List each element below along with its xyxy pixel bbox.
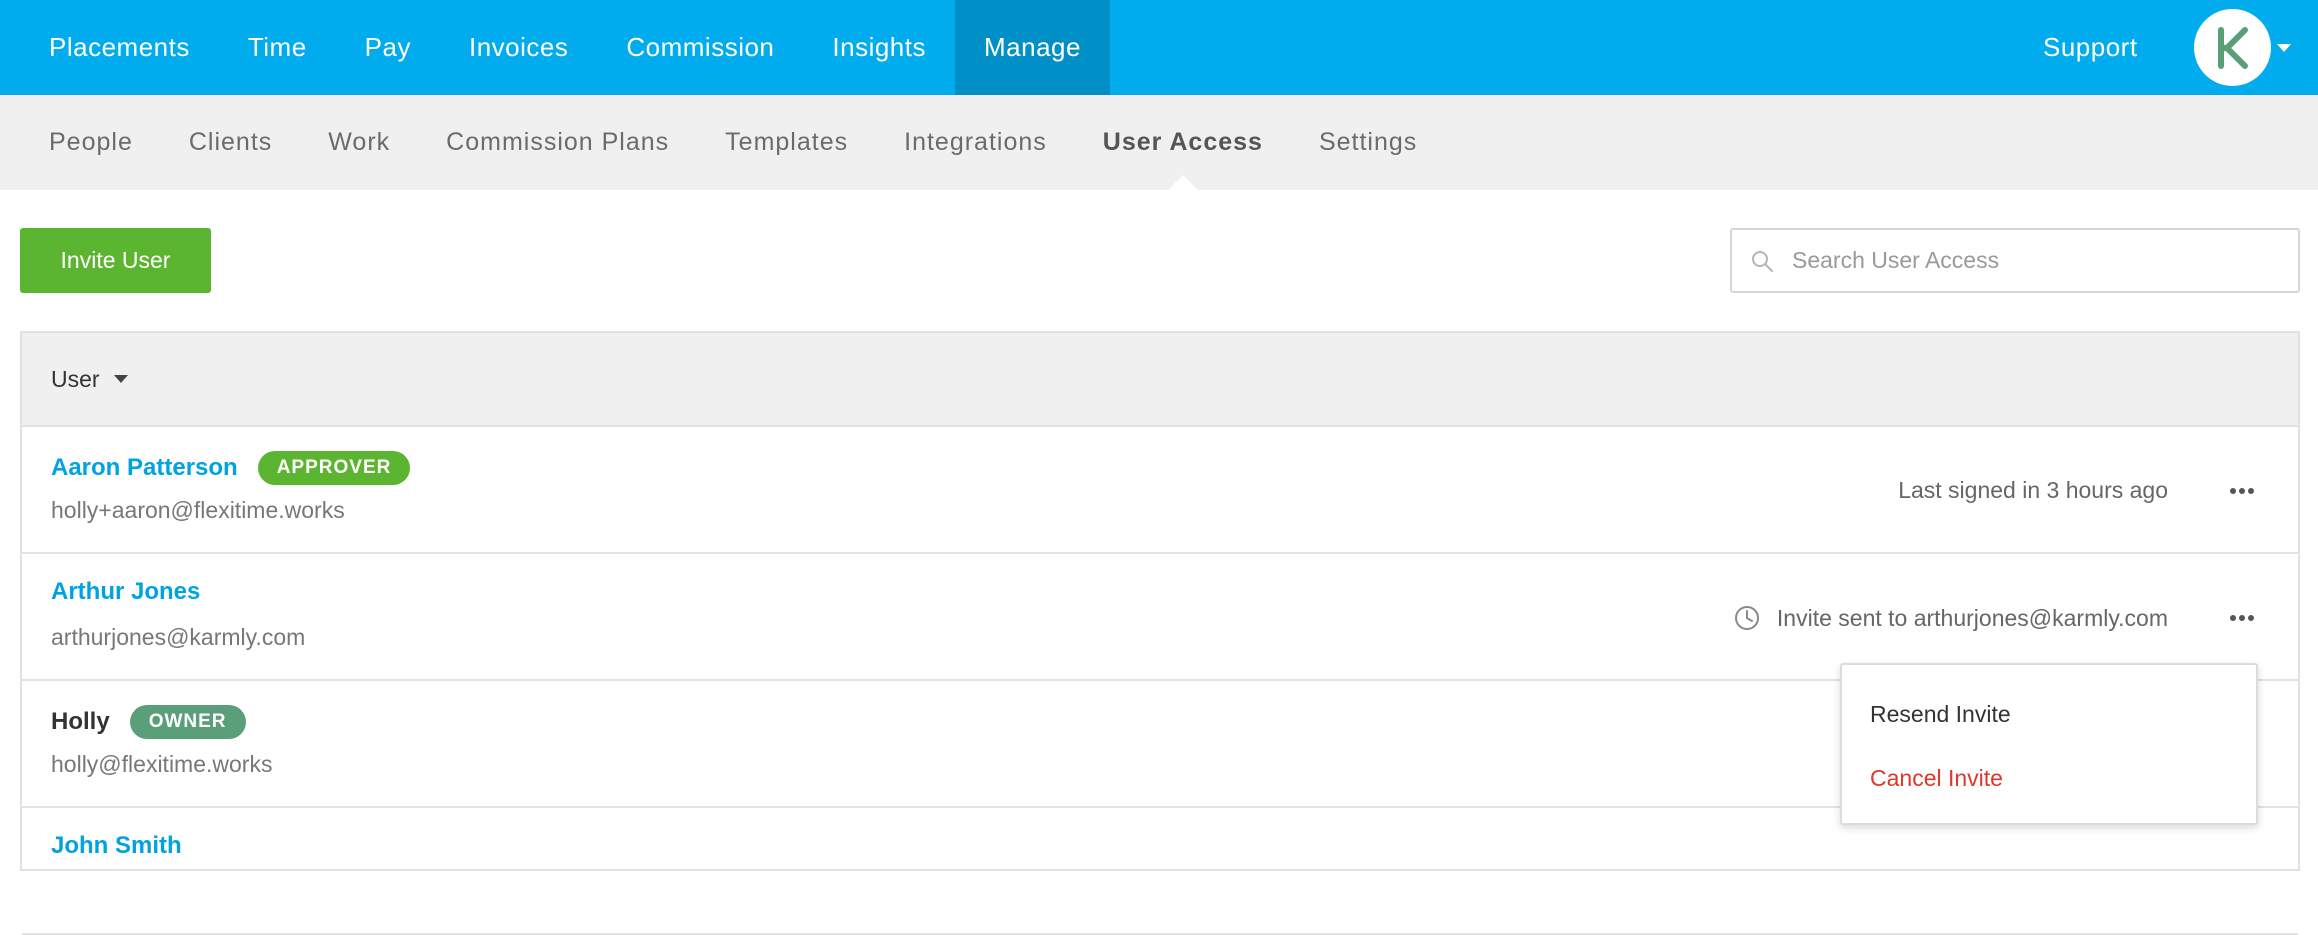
subnav-integrations[interactable]: Integrations (876, 95, 1075, 190)
user-name-link[interactable]: John Smith (51, 832, 182, 860)
karmly-logo-icon (2217, 26, 2248, 69)
subnav-user-access[interactable]: User Access (1075, 95, 1291, 190)
resend-invite-item[interactable]: Resend Invite (1870, 701, 2011, 728)
subnav-templates[interactable]: Templates (697, 95, 876, 190)
nav-pay[interactable]: Pay (336, 0, 440, 95)
top-nav: Placements Time Pay Invoices Commission … (0, 0, 2318, 95)
user-name-link[interactable]: Aaron Patterson (51, 454, 238, 482)
cancel-invite-item[interactable]: Cancel Invite (1870, 765, 2003, 792)
user-status: Last signed in 3 hours ago (1898, 477, 2168, 504)
role-badge: APPROVER (257, 451, 411, 485)
user-email: holly+aaron@flexitime.works (51, 497, 345, 523)
more-options-button[interactable] (2222, 606, 2262, 630)
user-name-link[interactable]: Arthur Jones (51, 578, 200, 606)
table-row: Arthur Jones arthurjones@karmly.com Invi… (22, 554, 2298, 681)
search-box (1730, 228, 2300, 293)
nav-placements[interactable]: Placements (0, 0, 219, 95)
sub-nav: People Clients Work Commission Plans Tem… (0, 95, 2318, 190)
clock-icon (1734, 606, 1759, 630)
subnav-clients[interactable]: Clients (161, 95, 300, 190)
nav-manage[interactable]: Manage (955, 0, 1110, 95)
row-actions-menu: Resend Invite Cancel Invite (1840, 663, 2258, 825)
ellipsis-icon (2230, 615, 2254, 621)
invite-user-button[interactable]: Invite User (20, 228, 211, 293)
more-options-button[interactable] (2222, 479, 2262, 503)
subnav-settings[interactable]: Settings (1291, 95, 1445, 190)
search-input[interactable] (1792, 230, 2292, 291)
support-link[interactable]: Support (2043, 0, 2138, 95)
user-email: arthurjones@karmly.com (51, 624, 306, 650)
subnav-commission-plans[interactable]: Commission Plans (418, 95, 697, 190)
role-badge: OWNER (129, 705, 246, 739)
user-email: holly@flexitime.works (51, 751, 273, 777)
caret-down-icon (113, 375, 128, 383)
user-column-label: User (51, 365, 100, 392)
nav-time[interactable]: Time (219, 0, 336, 95)
user-name: Holly (51, 708, 110, 735)
avatar-caret-icon[interactable] (2277, 44, 2291, 52)
table-row: Aaron Patterson APPROVER holly+aaron@fle… (22, 427, 2298, 554)
table-row: John Smith (22, 808, 2298, 935)
nav-invoices[interactable]: Invoices (440, 0, 597, 95)
subnav-people[interactable]: People (0, 95, 161, 190)
status-text: Invite sent to arthurjones@karmly.com (1776, 604, 2168, 631)
status-text: Last signed in 3 hours ago (1898, 477, 2168, 503)
user-status: Invite sent to arthurjones@karmly.com (1733, 604, 2168, 632)
ellipsis-icon (2230, 488, 2254, 494)
user-avatar[interactable] (2194, 9, 2271, 86)
nav-commission[interactable]: Commission (597, 0, 803, 95)
user-column-sort[interactable]: User (51, 366, 128, 393)
nav-insights[interactable]: Insights (803, 0, 955, 95)
subnav-work[interactable]: Work (300, 95, 418, 190)
table-header: User (22, 333, 2298, 427)
search-icon (1752, 251, 1773, 272)
